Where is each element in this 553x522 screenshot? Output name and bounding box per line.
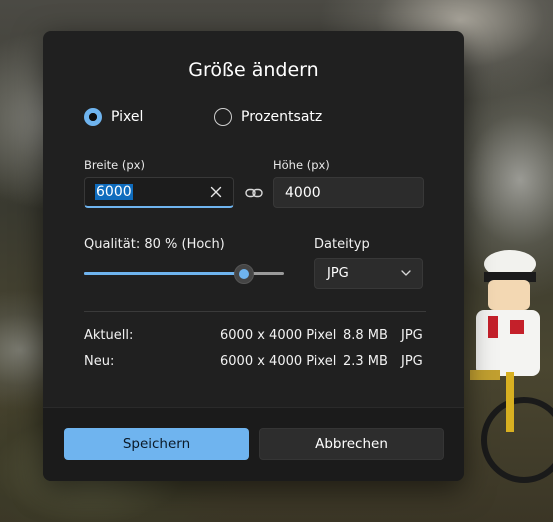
radio-selected-icon[interactable] bbox=[84, 108, 102, 126]
chevron-down-icon bbox=[401, 270, 411, 276]
height-label: Höhe (px) bbox=[273, 158, 330, 172]
height-input-value: 4000 bbox=[285, 184, 321, 201]
quality-label: Qualität: 80 % (Hoch) bbox=[84, 237, 225, 252]
current-format: JPG bbox=[401, 328, 423, 343]
divider bbox=[84, 311, 426, 312]
close-icon[interactable] bbox=[208, 184, 224, 200]
radio-pixel[interactable]: Pixel bbox=[84, 108, 143, 126]
radio-pixel-label: Pixel bbox=[111, 109, 144, 125]
current-dimensions: 6000 x 4000 Pixel bbox=[220, 328, 337, 343]
width-label: Breite (px) bbox=[84, 158, 145, 172]
quality-slider[interactable] bbox=[84, 263, 284, 284]
dialog-footer: Speichern Abbrechen bbox=[43, 407, 464, 481]
width-input[interactable]: 6000 bbox=[84, 177, 234, 208]
width-input-value: 6000 bbox=[95, 184, 133, 200]
filetype-label: Dateityp bbox=[314, 237, 370, 252]
save-button[interactable]: Speichern bbox=[64, 428, 249, 460]
new-label: Neu: bbox=[84, 354, 115, 369]
cancel-button[interactable]: Abbrechen bbox=[259, 428, 444, 460]
background-toy-figure bbox=[470, 250, 553, 483]
link-icon[interactable] bbox=[245, 186, 263, 200]
radio-percentage[interactable]: Prozentsatz bbox=[214, 108, 322, 126]
dialog-title: Größe ändern bbox=[188, 59, 319, 81]
radio-percentage-label: Prozentsatz bbox=[241, 109, 323, 125]
current-label: Aktuell: bbox=[84, 328, 134, 343]
height-input[interactable]: 4000 bbox=[273, 177, 424, 208]
slider-fill bbox=[84, 272, 244, 275]
filetype-value: JPG bbox=[327, 266, 349, 281]
new-format: JPG bbox=[401, 354, 423, 369]
slider-thumb[interactable] bbox=[234, 264, 254, 284]
new-dimensions: 6000 x 4000 Pixel bbox=[220, 354, 337, 369]
new-size: 2.3 MB bbox=[343, 354, 388, 369]
radio-unselected-icon[interactable] bbox=[214, 108, 232, 126]
filetype-dropdown[interactable]: JPG bbox=[314, 258, 423, 289]
current-size: 8.8 MB bbox=[343, 328, 388, 343]
resize-dialog: Größe ändern Pixel Prozentsatz Breite (p… bbox=[43, 31, 464, 481]
